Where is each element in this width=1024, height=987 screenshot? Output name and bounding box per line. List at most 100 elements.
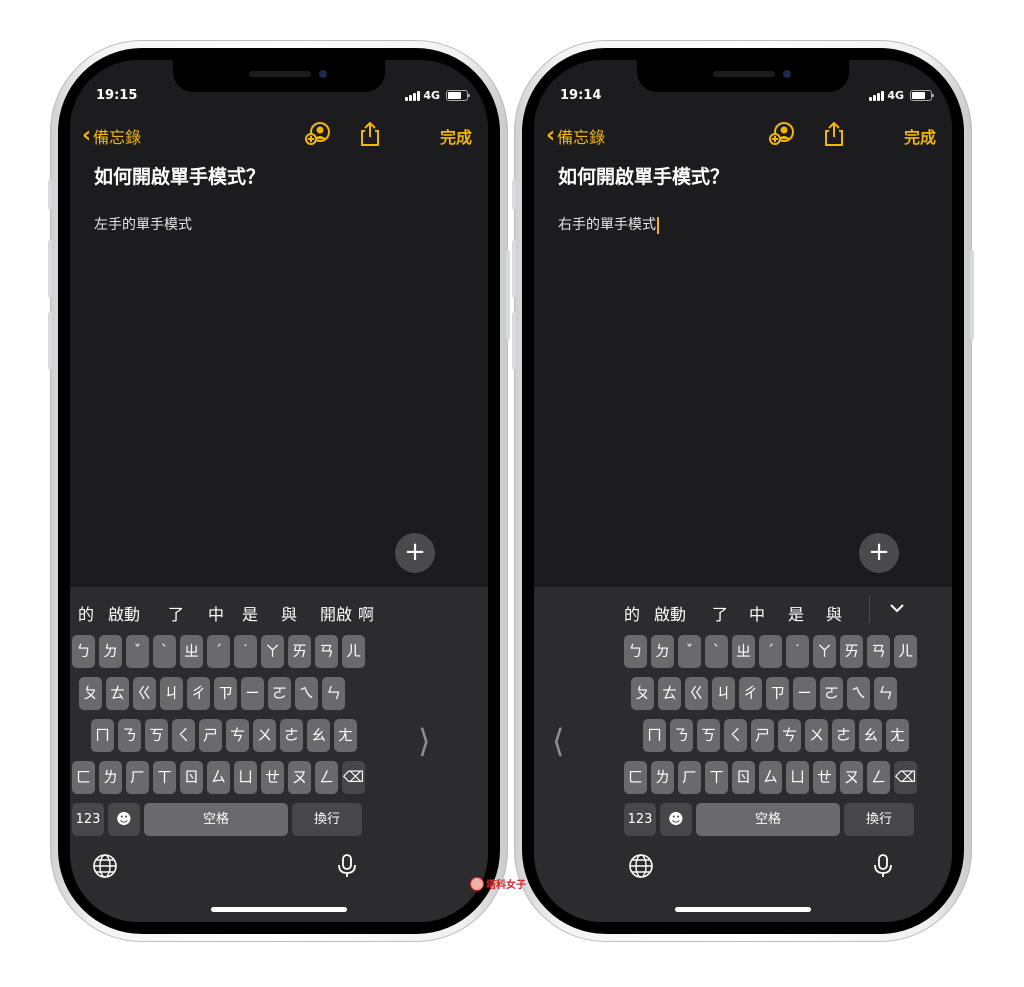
key[interactable]: ㄣ: [874, 677, 897, 710]
key[interactable]: ㄋ: [118, 719, 141, 752]
return-key[interactable]: 換行: [844, 803, 914, 836]
done-button[interactable]: 完成: [904, 124, 936, 148]
return-key[interactable]: 換行: [292, 803, 362, 836]
key[interactable]: ㄤ: [334, 719, 357, 752]
key[interactable]: ˋ: [705, 635, 728, 668]
candidate-word[interactable]: 的: [624, 601, 640, 625]
key[interactable]: ㄛ: [268, 677, 291, 710]
keyboard-shift-left-icon[interactable]: ⟨: [552, 722, 564, 760]
delete-key[interactable]: ⌫: [342, 761, 365, 794]
key[interactable]: ㄈ: [624, 761, 647, 794]
key[interactable]: ㄨ: [253, 719, 276, 752]
add-button[interactable]: +: [395, 533, 435, 573]
emoji-key[interactable]: ☻: [108, 803, 140, 836]
key[interactable]: ㄎ: [145, 719, 168, 752]
key[interactable]: ㄠ: [859, 719, 882, 752]
numbers-key[interactable]: 123: [72, 803, 104, 836]
key[interactable]: ㄍ: [685, 677, 708, 710]
candidate-word[interactable]: 了: [168, 601, 184, 625]
candidate-word[interactable]: 了: [712, 601, 728, 625]
add-people-icon[interactable]: [768, 120, 796, 148]
key[interactable]: ㄜ: [280, 719, 303, 752]
key[interactable]: ㄔ: [739, 677, 762, 710]
key[interactable]: ㄅ: [72, 635, 95, 668]
key[interactable]: ㄡ: [840, 761, 863, 794]
candidate-word[interactable]: 是: [242, 601, 258, 625]
note-title[interactable]: 如何開啟單手模式？: [558, 162, 729, 189]
key[interactable]: ㄊ: [658, 677, 681, 710]
key[interactable]: ㄛ: [820, 677, 843, 710]
key[interactable]: ㄒ: [705, 761, 728, 794]
key[interactable]: ㄚ: [261, 635, 284, 668]
key[interactable]: ㄕ: [751, 719, 774, 752]
key[interactable]: ㄗ: [214, 677, 237, 710]
key[interactable]: ㄆ: [631, 677, 654, 710]
candidate-word[interactable]: 與: [281, 601, 297, 625]
key[interactable]: ㄟ: [847, 677, 870, 710]
key[interactable]: ㄐ: [160, 677, 183, 710]
key[interactable]: ㄥ: [867, 761, 890, 794]
key[interactable]: ㄌ: [99, 761, 122, 794]
microphone-icon[interactable]: [870, 853, 896, 879]
key[interactable]: ㄎ: [697, 719, 720, 752]
note-title[interactable]: 如何開啟單手模式？: [94, 162, 265, 189]
globe-icon[interactable]: [92, 853, 118, 879]
delete-key[interactable]: ⌫: [894, 761, 917, 794]
candidate-word[interactable]: 開啟: [320, 601, 352, 625]
key[interactable]: ㄏ: [126, 761, 149, 794]
candidate-word[interactable]: 啟動: [108, 601, 140, 625]
key[interactable]: ㄦ: [894, 635, 917, 668]
key[interactable]: ㄖ: [180, 761, 203, 794]
key[interactable]: ㄥ: [315, 761, 338, 794]
note-body[interactable]: 右手的單手模式: [558, 214, 659, 234]
key[interactable]: ㄤ: [886, 719, 909, 752]
add-button[interactable]: +: [859, 533, 899, 573]
key[interactable]: ㄚ: [813, 635, 836, 668]
key[interactable]: ㄍ: [133, 677, 156, 710]
key[interactable]: ˙: [786, 635, 809, 668]
key[interactable]: ㄙ: [207, 761, 230, 794]
key[interactable]: ˙: [234, 635, 257, 668]
key[interactable]: ㄅ: [624, 635, 647, 668]
share-icon[interactable]: [356, 120, 384, 148]
key[interactable]: ㄓ: [180, 635, 203, 668]
key[interactable]: ˊ: [759, 635, 782, 668]
key[interactable]: ㄘ: [226, 719, 249, 752]
key[interactable]: ㄒ: [153, 761, 176, 794]
candidate-word[interactable]: 啊: [358, 601, 374, 625]
share-icon[interactable]: [820, 120, 848, 148]
key[interactable]: ㄐ: [712, 677, 735, 710]
candidate-word[interactable]: 是: [788, 601, 804, 625]
key[interactable]: ㄓ: [732, 635, 755, 668]
key[interactable]: ㄇ: [91, 719, 114, 752]
key[interactable]: ㄑ: [172, 719, 195, 752]
add-people-icon[interactable]: [304, 120, 332, 148]
back-button[interactable]: ‹ 備忘錄: [82, 124, 141, 148]
key[interactable]: ㄘ: [778, 719, 801, 752]
note-body[interactable]: 左手的單手模式: [94, 214, 192, 234]
key[interactable]: ㄌ: [651, 761, 674, 794]
candidate-word[interactable]: 啟動: [654, 601, 686, 625]
key[interactable]: ㄙ: [759, 761, 782, 794]
candidate-word[interactable]: 與: [826, 601, 842, 625]
done-button[interactable]: 完成: [440, 124, 472, 148]
key[interactable]: ㄨ: [805, 719, 828, 752]
key[interactable]: ㄢ: [315, 635, 338, 668]
key[interactable]: ㄧ: [241, 677, 264, 710]
candidate-word[interactable]: 的: [78, 601, 94, 625]
space-key[interactable]: 空格: [144, 803, 288, 836]
key[interactable]: ㄗ: [766, 677, 789, 710]
numbers-key[interactable]: 123: [624, 803, 656, 836]
key[interactable]: ㄖ: [732, 761, 755, 794]
key[interactable]: ㄊ: [106, 677, 129, 710]
key[interactable]: ㄝ: [813, 761, 836, 794]
key[interactable]: ㄡ: [288, 761, 311, 794]
key[interactable]: ㄞ: [840, 635, 863, 668]
key[interactable]: ㄈ: [72, 761, 95, 794]
key[interactable]: ㄢ: [867, 635, 890, 668]
back-button[interactable]: ‹ 備忘錄: [546, 124, 605, 148]
candidate-word[interactable]: 中: [749, 601, 765, 625]
key[interactable]: ㄧ: [793, 677, 816, 710]
globe-icon[interactable]: [628, 853, 654, 879]
key[interactable]: ㄆ: [79, 677, 102, 710]
